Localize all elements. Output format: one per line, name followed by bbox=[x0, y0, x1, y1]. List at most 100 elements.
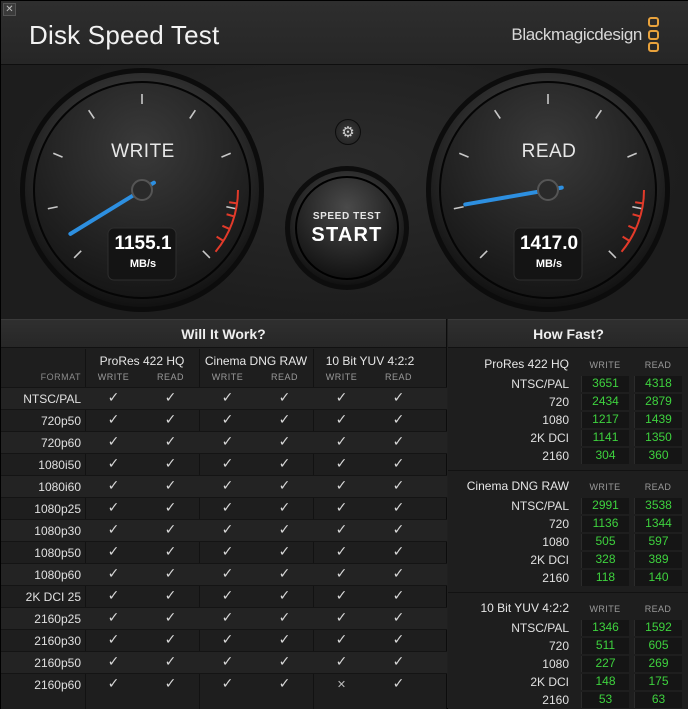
table-row: NTSC/PAL 1346 1592 bbox=[448, 619, 688, 637]
read-fps-value: 1592 bbox=[634, 620, 682, 636]
read-subheader: READ bbox=[270, 372, 298, 382]
check-icon: ✓ bbox=[164, 456, 177, 472]
check-icon: ✓ bbox=[221, 588, 234, 604]
check-icon: ✓ bbox=[221, 434, 234, 450]
write-fps-value: 1346 bbox=[581, 620, 629, 636]
write-subheader: WRITE bbox=[211, 372, 244, 382]
write-header: WRITE bbox=[589, 360, 621, 370]
check-icon: ✓ bbox=[164, 412, 177, 428]
write-fps-value: 148 bbox=[581, 674, 629, 690]
check-icon: ✓ bbox=[392, 588, 405, 604]
write-fps-value: 3651 bbox=[581, 376, 629, 392]
group-separator bbox=[448, 587, 688, 593]
write-fps-value: 1141 bbox=[581, 430, 629, 446]
check-icon: ✓ bbox=[278, 632, 291, 648]
check-icon: ✓ bbox=[221, 632, 234, 648]
format-name: 1080p25 bbox=[34, 502, 81, 516]
read-fps-value: 597 bbox=[634, 534, 682, 550]
check-icon: ✓ bbox=[278, 588, 291, 604]
check-icon: ✓ bbox=[164, 654, 177, 670]
read-fps-value: 175 bbox=[634, 674, 682, 690]
check-icon: ✓ bbox=[335, 434, 348, 450]
check-icon: ✓ bbox=[392, 676, 405, 692]
resolution-label: 2K DCI bbox=[530, 675, 569, 689]
how-fast-table: ProRes 422 HQ WRITE READ NTSC/PAL 3651 4318 72… bbox=[448, 349, 688, 709]
check-icon: ✓ bbox=[392, 390, 405, 406]
check-icon: ✓ bbox=[164, 478, 177, 494]
resolution-label: 2160 bbox=[542, 693, 569, 707]
check-icon: ✓ bbox=[392, 500, 405, 516]
check-icon: ✓ bbox=[392, 456, 405, 472]
table-row: 1080p50 ✓ ✓ ✓ ✓ ✓ ✓ bbox=[1, 541, 447, 563]
read-gauge bbox=[426, 68, 670, 312]
check-icon: ✓ bbox=[278, 654, 291, 670]
table-row: 2160 53 63 bbox=[448, 691, 688, 709]
check-icon: ✓ bbox=[107, 412, 120, 428]
check-icon: ✓ bbox=[278, 390, 291, 406]
table-row: 1080p30 ✓ ✓ ✓ ✓ ✓ ✓ bbox=[1, 519, 447, 541]
cross-icon: ✕ bbox=[336, 678, 347, 691]
check-icon: ✓ bbox=[278, 478, 291, 494]
group-prores: ProRes 422 HQ bbox=[99, 354, 185, 368]
table-row: 2160p60 ✓ ✓ ✓ ✓ ✕ ✓ bbox=[1, 673, 447, 695]
format-name: 2160p60 bbox=[34, 678, 81, 692]
format-name: 2160p50 bbox=[34, 656, 81, 670]
check-icon: ✓ bbox=[221, 676, 234, 692]
check-icon: ✓ bbox=[107, 456, 120, 472]
table-row: 720p50 ✓ ✓ ✓ ✓ ✓ ✓ bbox=[1, 409, 447, 431]
check-icon: ✓ bbox=[278, 434, 291, 450]
check-icon: ✓ bbox=[335, 412, 348, 428]
resolution-label: 2K DCI bbox=[530, 431, 569, 445]
format-name: 1080p60 bbox=[34, 568, 81, 582]
gauge-needle-hub bbox=[131, 179, 153, 201]
gauge-needle-hub bbox=[537, 179, 559, 201]
check-icon: ✓ bbox=[392, 654, 405, 670]
check-icon: ✓ bbox=[278, 544, 291, 560]
write-gauge bbox=[20, 68, 264, 312]
check-icon: ✓ bbox=[107, 478, 120, 494]
check-icon: ✓ bbox=[392, 434, 405, 450]
check-icon: ✓ bbox=[221, 654, 234, 670]
table-row: 720p60 ✓ ✓ ✓ ✓ ✓ ✓ bbox=[1, 431, 447, 453]
check-icon: ✓ bbox=[107, 500, 120, 516]
how-fast-title: How Fast? bbox=[448, 319, 688, 348]
write-subheader: WRITE bbox=[325, 372, 358, 382]
check-icon: ✓ bbox=[164, 434, 177, 450]
table-row: 1080 227 269 bbox=[448, 655, 688, 673]
resolution-label: 1080 bbox=[542, 657, 569, 671]
will-it-work-title: Will It Work? bbox=[1, 319, 446, 348]
read-fps-value: 1344 bbox=[634, 516, 682, 532]
check-icon: ✓ bbox=[164, 566, 177, 582]
check-icon: ✓ bbox=[221, 610, 234, 626]
check-icon: ✓ bbox=[221, 566, 234, 582]
group-name: 10 Bit YUV 4:2:2 bbox=[480, 601, 570, 615]
check-icon: ✓ bbox=[335, 390, 348, 406]
close-button[interactable]: ✕ bbox=[3, 3, 16, 16]
format-name: 2K DCI 25 bbox=[25, 590, 81, 604]
write-fps-value: 118 bbox=[581, 570, 629, 586]
app-title: Disk Speed Test bbox=[29, 20, 220, 50]
resolution-label: 720 bbox=[548, 395, 569, 409]
check-icon: ✓ bbox=[335, 566, 348, 582]
format-name: 720p50 bbox=[40, 414, 81, 428]
check-icon: ✓ bbox=[278, 676, 291, 692]
check-icon: ✓ bbox=[335, 610, 348, 626]
resolution-label: NTSC/PAL bbox=[511, 377, 569, 391]
check-icon: ✓ bbox=[392, 544, 405, 560]
group-cinema-dng: Cinema DNG RAW bbox=[204, 354, 308, 368]
check-icon: ✓ bbox=[335, 588, 348, 604]
check-icon: ✓ bbox=[392, 478, 405, 494]
resolution-label: NTSC/PAL bbox=[511, 621, 569, 635]
table-row: 2160 118 140 bbox=[448, 569, 688, 587]
read-speed-value: 1417.0 bbox=[519, 233, 579, 254]
table-row: 720 511 605 bbox=[448, 637, 688, 655]
check-icon: ✓ bbox=[278, 610, 291, 626]
format-name: 720p60 bbox=[40, 436, 81, 450]
write-fps-value: 2991 bbox=[581, 498, 629, 514]
settings-gear-icon[interactable]: ⚙ bbox=[335, 119, 361, 145]
write-fps-value: 328 bbox=[581, 552, 629, 568]
read-fps-value: 389 bbox=[634, 552, 682, 568]
write-subheader: WRITE bbox=[97, 372, 130, 382]
read-header: READ bbox=[644, 482, 672, 492]
resolution-label: 720 bbox=[548, 639, 569, 653]
